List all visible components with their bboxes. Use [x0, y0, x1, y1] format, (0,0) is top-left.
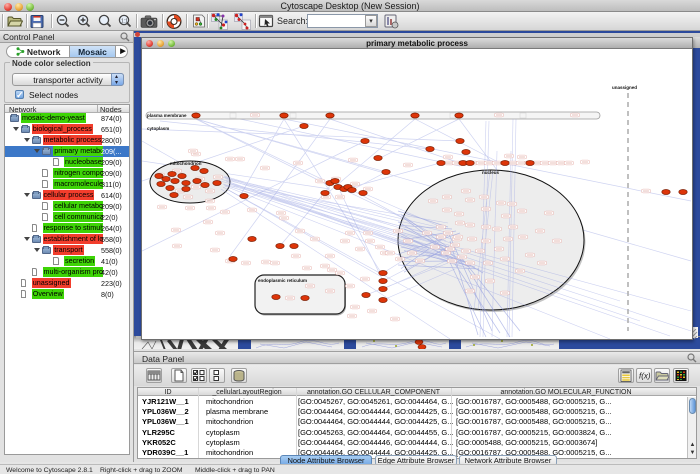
svg-text:nucleus: nucleus — [482, 170, 500, 175]
svg-text:f(x): f(x) — [639, 372, 651, 381]
svg-text:unassigned: unassigned — [612, 85, 637, 90]
svg-text:endoplasmic reticulum: endoplasmic reticulum — [258, 278, 307, 283]
svg-text:cytoplasm: cytoplasm — [147, 126, 169, 131]
svg-text:plasma membrane: plasma membrane — [147, 113, 187, 118]
svg-text:mitochondrion: mitochondrion — [170, 161, 202, 166]
svg-text:1:1: 1:1 — [121, 19, 128, 25]
